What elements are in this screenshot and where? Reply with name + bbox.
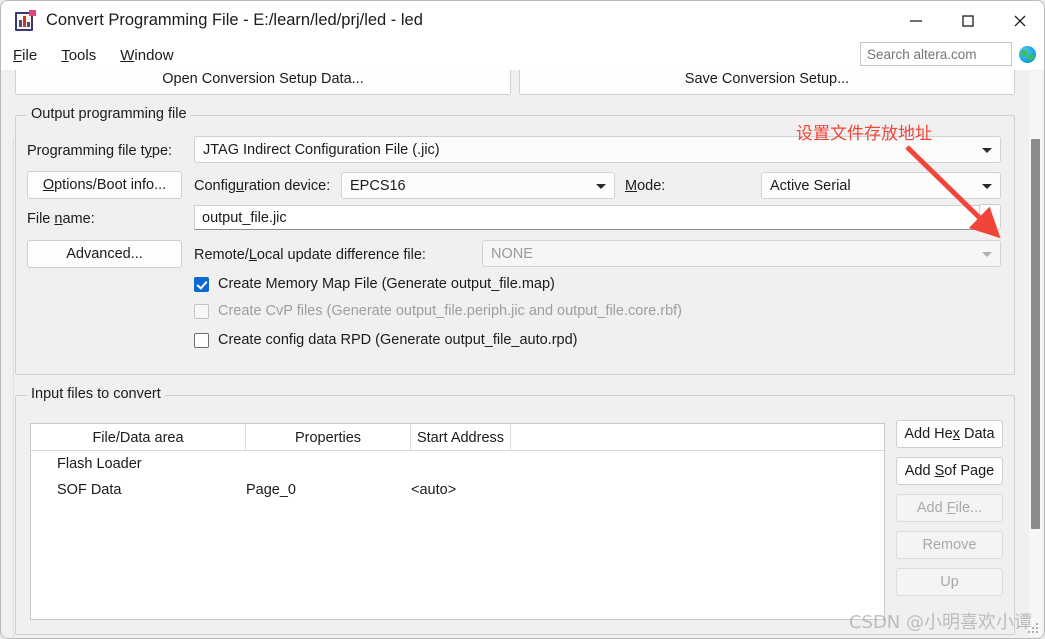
table-row[interactable]: Flash Loader [31, 451, 884, 477]
maximize-icon[interactable] [942, 1, 994, 40]
mode-label: Mode: [625, 178, 666, 194]
input-group-title: Input files to convert [27, 386, 165, 402]
window-title: Convert Programming File - E:/learn/led/… [46, 11, 423, 29]
close-icon[interactable] [994, 1, 1044, 40]
create-memory-map-file-checkbox[interactable] [194, 276, 209, 292]
programming-file-type-value: JTAG Indirect Configuration File (.jic) [203, 141, 440, 158]
column-header-start-address[interactable]: Start Address [411, 424, 511, 451]
file-name-label: File name: [27, 211, 95, 227]
table-header-row: File/Data area Properties Start Address [31, 424, 884, 451]
file-name-input[interactable]: output_file.jic [194, 205, 980, 230]
search-input[interactable] [860, 42, 1012, 66]
advanced-button[interactable]: Advanced... [27, 240, 182, 268]
search-area [860, 42, 1036, 66]
output-programming-file-group: Output programming file Programming file… [15, 106, 1015, 375]
convert-programming-file-window: Convert Programming File - E:/learn/led/… [0, 0, 1045, 639]
content-pane: Open Conversion Setup Data... Save Conve… [2, 70, 1044, 638]
create-cvp-files-label: Create CvP files (Generate output_file.p… [218, 303, 682, 319]
add-sof-page-button[interactable]: Add Sof Page [896, 457, 1003, 485]
minimize-icon[interactable] [890, 1, 942, 40]
table-row[interactable]: SOF Data Page_0 <auto> [31, 477, 884, 503]
configuration-device-value: EPCS16 [350, 177, 406, 194]
menu-item-file[interactable]: File [13, 47, 37, 64]
create-memory-map-file-label: Create Memory Map File (Generate output_… [218, 276, 555, 292]
resize-grip[interactable] [1028, 623, 1040, 635]
mode-value: Active Serial [770, 177, 851, 194]
app-icon [14, 9, 36, 33]
programming-file-type-label: Programming file type: [27, 143, 173, 159]
create-memory-map-file-checkbox-row[interactable]: Create Memory Map File (Generate output_… [194, 276, 555, 292]
remote-local-update-value: NONE [491, 245, 533, 262]
title-bar: Convert Programming File - E:/learn/led/… [1, 1, 1044, 40]
cell-start-address: <auto> [411, 482, 457, 498]
configuration-device-label: Configuration device: [194, 178, 331, 194]
column-header-extra[interactable] [511, 424, 884, 451]
vertical-scrollbar[interactable] [1029, 71, 1042, 637]
open-conversion-setup-data-button[interactable]: Open Conversion Setup Data... [15, 70, 511, 95]
remote-local-update-select: NONE [482, 240, 1001, 267]
cell-start-address [411, 451, 511, 477]
vertical-scrollbar-thumb[interactable] [1031, 139, 1040, 529]
create-cvp-files-checkbox [194, 303, 209, 319]
input-files-table[interactable]: File/Data area Properties Start Address … [30, 423, 885, 620]
globe-icon[interactable] [1019, 45, 1036, 63]
options-boot-info-button[interactable]: Options/Boot info... [27, 171, 182, 199]
left-gutter [3, 139, 14, 638]
cell-file-data-area: Flash Loader [57, 456, 142, 472]
create-config-data-rpd-checkbox[interactable] [194, 332, 209, 348]
input-files-action-buttons: Add Hex Data Add Sof Page Add File... Re… [896, 420, 1003, 596]
add-hex-data-button[interactable]: Add Hex Data [896, 420, 1003, 448]
create-config-data-rpd-label: Create config data RPD (Generate output_… [218, 332, 578, 348]
remove-button: Remove [896, 531, 1003, 559]
save-conversion-setup-button[interactable]: Save Conversion Setup... [519, 70, 1015, 95]
output-group-title: Output programming file [27, 106, 191, 122]
chevron-down-icon [596, 183, 606, 189]
column-header-file-data-area[interactable]: File/Data area [31, 424, 246, 451]
remote-local-update-label: Remote/Local update difference file: [194, 247, 426, 263]
create-config-data-rpd-checkbox-row[interactable]: Create config data RPD (Generate output_… [194, 332, 578, 348]
cell-properties [246, 451, 411, 477]
chevron-down-icon [982, 251, 992, 257]
column-header-properties[interactable]: Properties [246, 424, 411, 451]
cell-file-data-area: SOF Data [57, 482, 122, 498]
annotation-arrow-icon [905, 145, 1001, 239]
configuration-device-select[interactable]: EPCS16 [341, 172, 615, 199]
window-controls [890, 1, 1044, 40]
file-name-value: output_file.jic [202, 209, 287, 226]
menu-item-window[interactable]: Window [120, 47, 173, 64]
cell-properties: Page_0 [246, 482, 296, 498]
add-file-button: Add File... [896, 494, 1003, 522]
conversion-setup-buttons: Open Conversion Setup Data... Save Conve… [15, 70, 1015, 95]
cell-extra [511, 451, 884, 477]
menu-item-tools[interactable]: Tools [61, 47, 96, 64]
input-files-to-convert-group: Input files to convert File/Data area Pr… [15, 386, 1015, 635]
create-cvp-files-checkbox-row: Create CvP files (Generate output_file.p… [194, 303, 682, 319]
cell-extra [511, 477, 884, 503]
watermark: CSDN @小明喜欢小谭 [848, 612, 1032, 633]
up-button: Up [896, 568, 1003, 596]
